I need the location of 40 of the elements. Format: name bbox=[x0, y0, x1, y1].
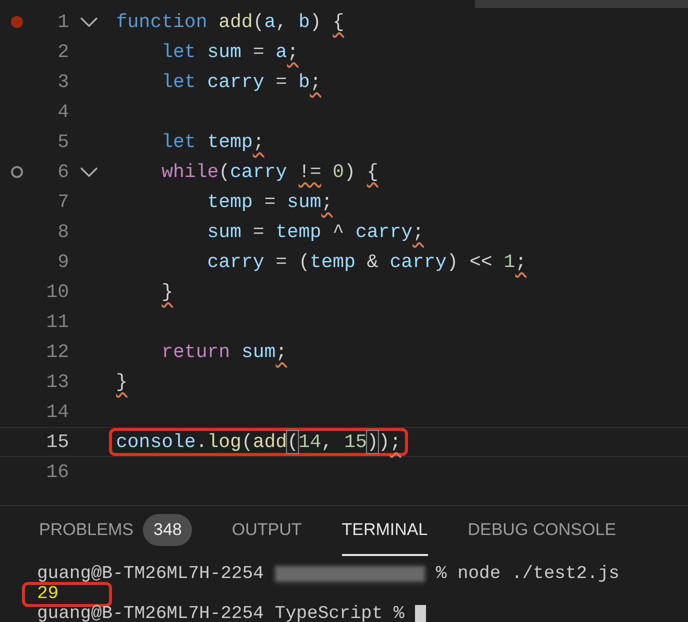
code-line: while(carry != 0) { bbox=[160, 160, 378, 185]
chevron-down-icon[interactable] bbox=[80, 17, 98, 27]
line-number: 15 bbox=[45, 430, 69, 455]
code-line: function add(a, b) { bbox=[116, 10, 344, 35]
code-line: } bbox=[160, 280, 174, 305]
line-number: 6 bbox=[56, 160, 69, 185]
terminal-text: guang@B-TM26ML7H-2254 TypeScript % bbox=[37, 604, 404, 622]
code-line: return sum; bbox=[160, 340, 288, 365]
line-number: 3 bbox=[56, 70, 69, 95]
line-number: 16 bbox=[45, 460, 69, 485]
panel-tab[interactable]: OUTPUT bbox=[232, 506, 302, 556]
code-line: let sum = a; bbox=[160, 40, 298, 65]
code-line: } bbox=[116, 370, 128, 395]
line-number: 9 bbox=[56, 250, 69, 275]
line-number: 2 bbox=[56, 40, 69, 65]
code-line: carry = (temp & carry) << 1; bbox=[206, 250, 527, 275]
line-number: 11 bbox=[45, 310, 69, 335]
terminal-text: % node ./test2.js bbox=[436, 564, 620, 584]
line-number: 14 bbox=[45, 400, 69, 425]
code-line: let carry = b; bbox=[160, 70, 322, 95]
line-number: 4 bbox=[56, 100, 69, 125]
terminal-output: 29 bbox=[37, 584, 59, 604]
line-number: 1 bbox=[56, 10, 69, 35]
code-line: console.log(add(14, 15)); bbox=[116, 430, 402, 455]
breakpoint-hint-icon[interactable] bbox=[11, 166, 23, 178]
count-badge: 348 bbox=[143, 514, 192, 546]
line-number: 5 bbox=[56, 130, 69, 155]
code-line: temp = sum; bbox=[206, 190, 333, 215]
line-number: 13 bbox=[45, 370, 69, 395]
terminal-text: guang@B-TM26ML7H-2254 bbox=[37, 564, 264, 584]
line-number: 12 bbox=[45, 340, 69, 365]
line-number: 10 bbox=[45, 280, 69, 305]
line-number: 7 bbox=[56, 190, 69, 215]
panel-tab[interactable]: TERMINAL bbox=[342, 506, 428, 556]
chevron-down-icon[interactable] bbox=[80, 167, 98, 177]
code-line: let temp; bbox=[160, 130, 264, 155]
panel-tab[interactable]: DEBUG CONSOLE bbox=[468, 506, 616, 556]
line-number: 8 bbox=[56, 220, 69, 245]
code-line: sum = temp ^ carry; bbox=[206, 220, 424, 245]
panel-tab[interactable]: PROBLEMS 348 bbox=[39, 506, 192, 556]
